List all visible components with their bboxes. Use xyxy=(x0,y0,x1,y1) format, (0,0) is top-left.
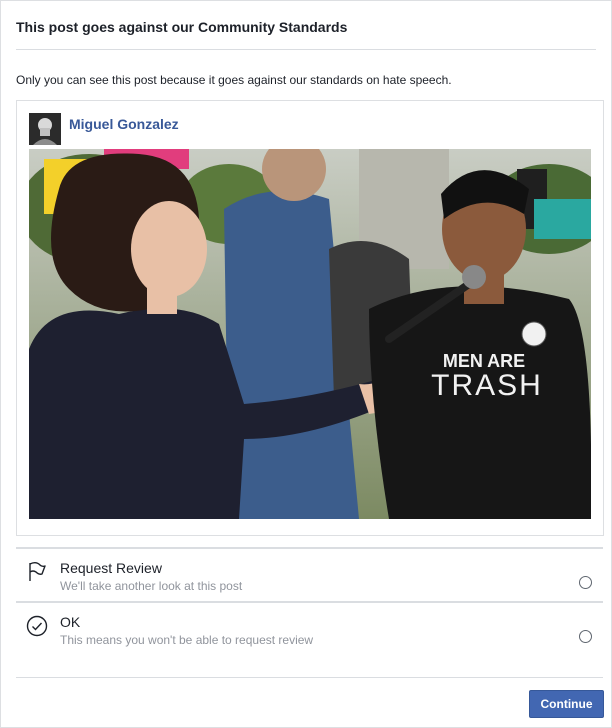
request-review-radio[interactable] xyxy=(579,576,592,589)
post-card: Miguel Gonzalez MEN ARE TRASH xyxy=(16,100,604,536)
continue-button[interactable]: Continue xyxy=(529,690,604,718)
header-divider xyxy=(16,49,596,50)
ok-radio[interactable] xyxy=(579,630,592,643)
dialog-title: This post goes against our Community Sta… xyxy=(16,19,348,35)
author-avatar[interactable] xyxy=(29,113,61,145)
check-circle-icon xyxy=(26,615,48,637)
option-ok[interactable]: OK This means you won't be able to reque… xyxy=(16,607,603,657)
post-author-name[interactable]: Miguel Gonzalez xyxy=(69,116,179,132)
options-divider-top xyxy=(16,547,603,549)
option-title: Request Review xyxy=(60,560,162,576)
shirt-text-line1: MEN ARE xyxy=(443,351,525,371)
community-standards-dialog: This post goes against our Community Sta… xyxy=(0,0,612,728)
option-title: OK xyxy=(60,614,81,630)
option-subtitle: We'll take another look at this post xyxy=(60,579,243,593)
flag-icon xyxy=(26,561,48,583)
footer-divider xyxy=(16,677,603,678)
options-divider-middle xyxy=(16,601,603,603)
dialog-intro-text: Only you can see this post because it go… xyxy=(16,73,452,87)
shirt-text-line2: TRASH xyxy=(431,369,543,402)
post-photo[interactable]: MEN ARE TRASH xyxy=(29,149,591,519)
option-subtitle: This means you won't be able to request … xyxy=(60,633,314,647)
option-request-review[interactable]: Request Review We'll take another look a… xyxy=(16,553,603,603)
